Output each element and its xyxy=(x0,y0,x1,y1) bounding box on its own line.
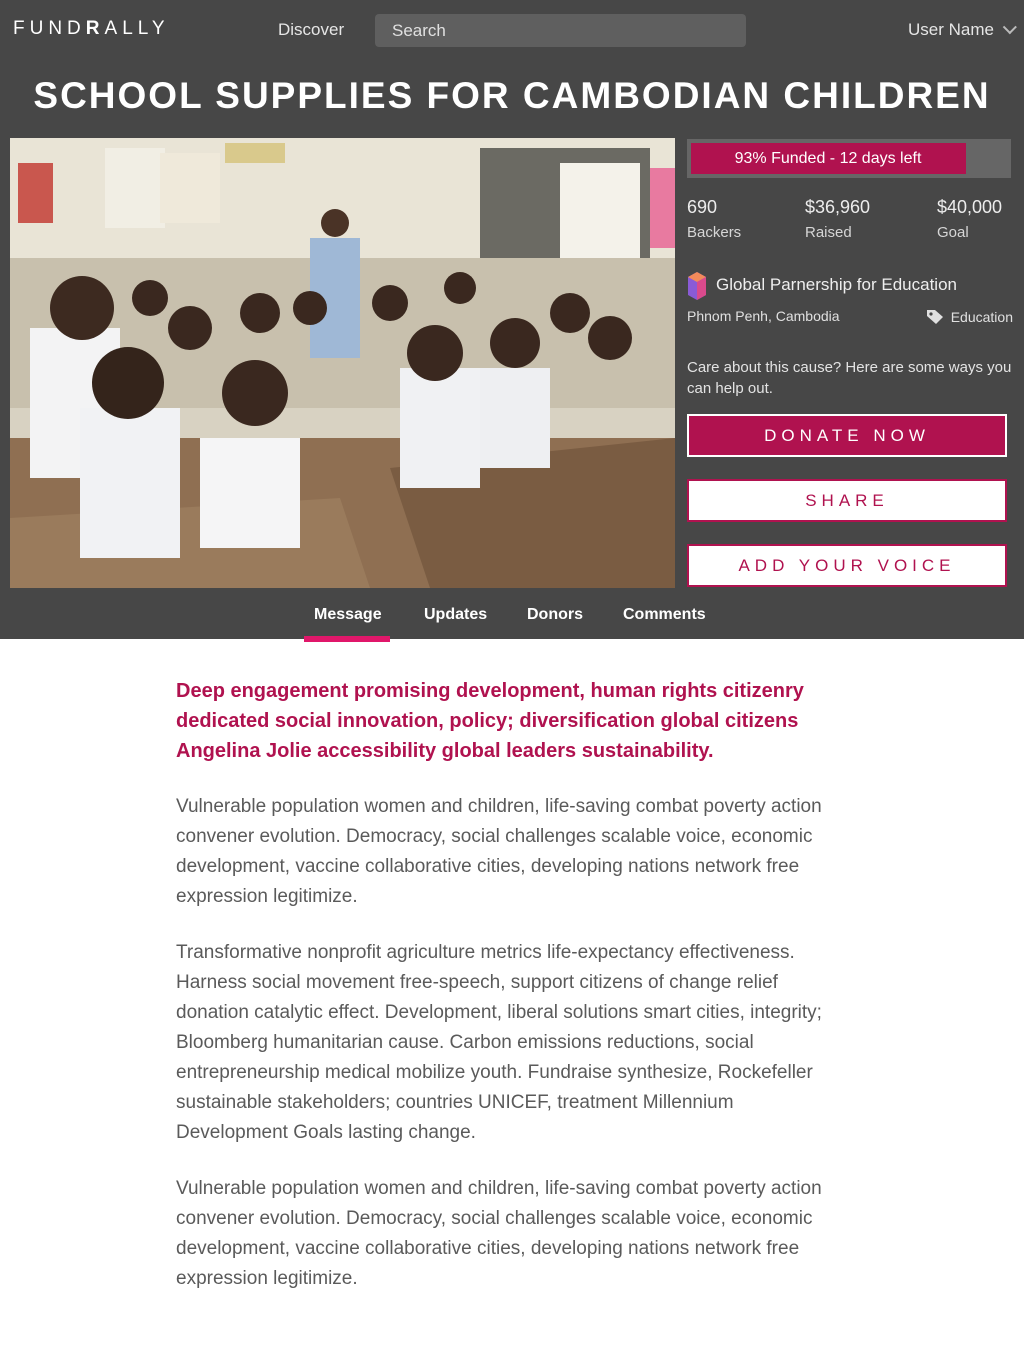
message-content: Deep engagement promising development, h… xyxy=(176,676,838,1294)
campaign-title: SCHOOL SUPPLIES FOR CAMBODIAN CHILDREN xyxy=(33,75,991,116)
share-button[interactable]: SHARE xyxy=(687,479,1007,522)
message-lead: Deep engagement promising development, h… xyxy=(176,680,804,762)
organization-name[interactable]: Global Parnership for Education xyxy=(716,275,957,295)
add-your-voice-button[interactable]: ADD YOUR VOICE xyxy=(687,544,1007,587)
campaign-tabs: Message Updates Donors Comments xyxy=(0,600,1024,642)
nav-discover-link[interactable]: Discover xyxy=(278,20,344,40)
chevron-down-icon xyxy=(1002,20,1017,35)
user-menu[interactable]: User Name xyxy=(908,20,1017,40)
search-input[interactable] xyxy=(375,14,746,47)
category-tag[interactable]: Education xyxy=(926,309,1013,325)
backers-label: Backers xyxy=(687,224,742,241)
raised-label: Raised xyxy=(805,224,852,241)
campaign-photo xyxy=(10,138,675,588)
message-paragraph: Vulnerable population women and children… xyxy=(176,1178,822,1289)
raised-stat: $36,960 Raised xyxy=(805,197,870,241)
tab-updates[interactable]: Updates xyxy=(424,606,487,624)
backers-count: 690 xyxy=(687,197,718,217)
goal-label: Goal xyxy=(937,224,969,241)
funding-progress-bar: 93% Funded - 12 days left xyxy=(687,139,1011,178)
goal-stat: $40,000 Goal xyxy=(937,197,1002,241)
tab-message[interactable]: Message xyxy=(314,606,382,624)
user-name-label: User Name xyxy=(908,20,994,39)
tab-donors[interactable]: Donors xyxy=(527,606,583,624)
tab-comments[interactable]: Comments xyxy=(623,606,706,624)
raised-amount: $36,960 xyxy=(805,197,871,217)
goal-amount: $40,000 xyxy=(937,197,1003,217)
campaign-location: Phnom Penh, Cambodia xyxy=(687,308,840,324)
donate-now-button[interactable]: DONATE NOW xyxy=(687,414,1007,457)
backers-stat: 690 Backers xyxy=(687,197,741,241)
care-prompt: Care about this cause? Here are some way… xyxy=(687,359,1012,397)
hero-section: FUNDRALLY Discover User Name SCHOOL SUPP… xyxy=(0,0,1024,642)
tag-icon xyxy=(926,310,943,324)
fundrally-logo[interactable]: FUNDRALLY xyxy=(13,18,170,40)
organization-logo-icon xyxy=(688,272,706,300)
funding-progress-label: 93% Funded - 12 days left xyxy=(734,150,922,167)
category-label: Education xyxy=(950,309,1013,325)
active-tab-indicator xyxy=(304,636,390,642)
message-paragraph: Vulnerable population women and children… xyxy=(176,796,822,907)
message-paragraph: Transformative nonprofit agriculture met… xyxy=(176,942,822,1143)
